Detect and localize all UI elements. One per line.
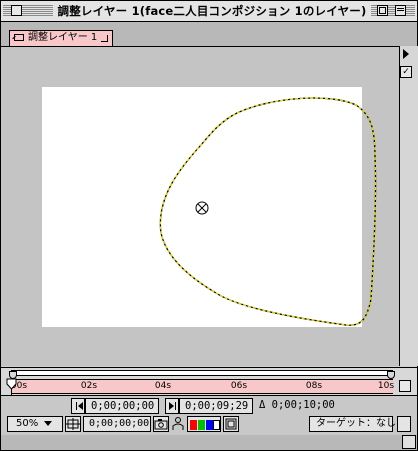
layer-viewer[interactable] — [1, 47, 399, 366]
resize-grip-icon[interactable] — [402, 435, 416, 449]
mask-path-highlight — [159, 97, 377, 326]
tick-label: 08s — [305, 381, 323, 391]
window-title: 調整レイヤー 1(face二人目コンポジション 1のレイヤー) — [53, 3, 371, 19]
blue-channel-icon[interactable] — [206, 420, 213, 430]
collapse-box[interactable] — [395, 5, 406, 16]
time-ruler: 00s 02s 04s 06s 08s 10s — [1, 367, 417, 396]
safe-zones-button[interactable] — [65, 416, 81, 432]
tick-label: 04s — [154, 381, 172, 391]
bottom-strip — [1, 435, 417, 450]
current-time-field[interactable]: 0;00;00;00 — [83, 416, 151, 432]
person-icon — [172, 417, 184, 430]
mask-path — [159, 97, 377, 326]
red-channel-icon[interactable] — [190, 420, 197, 430]
tick-label: 10s — [377, 381, 395, 391]
green-channel-icon[interactable] — [198, 420, 205, 430]
work-area-end-handle[interactable] — [387, 371, 395, 379]
channel-buttons[interactable] — [187, 416, 221, 432]
render-toggle-button[interactable]: ✓ — [400, 66, 412, 78]
tick-label: 02s — [80, 381, 98, 391]
camera-icon — [154, 419, 168, 430]
mask-overlay[interactable] — [1, 47, 399, 366]
alpha-channel-icon[interactable] — [213, 420, 220, 430]
region-of-interest-button[interactable] — [223, 416, 239, 432]
out-point-time[interactable]: 0;00;09;29 — [179, 398, 253, 414]
tab-label: 調整レイヤー 1 — [28, 32, 98, 43]
time-ruler-track[interactable]: 00s 02s 04s 06s 08s 10s — [11, 379, 395, 394]
in-point-button[interactable] — [71, 398, 85, 414]
work-area-bar[interactable] — [9, 370, 395, 379]
chevron-down-icon — [44, 420, 53, 426]
show-snapshot-button[interactable] — [171, 416, 185, 432]
timecode-row: 0;00;00;00 0;00;09;29 Δ 0;00;10;00 — [1, 395, 417, 416]
viewer-controls: 50% 0;00;00;00 ターゲット：なし — [1, 415, 417, 435]
viewer-options-button[interactable] — [397, 416, 411, 432]
zoom-value: 50% — [16, 418, 39, 429]
tab-layer[interactable]: 調整レイヤー 1 — [9, 30, 113, 46]
in-point-time[interactable]: 0;00;00;00 — [85, 398, 159, 414]
anchor-point-icon[interactable] — [195, 201, 209, 215]
delta-icon: Δ — [259, 399, 266, 411]
zoom-box[interactable] — [377, 5, 388, 16]
safe-zones-icon — [66, 418, 80, 430]
title-bar[interactable]: 調整レイヤー 1(face二人目コンポジション 1のレイヤー) — [1, 1, 417, 22]
duration-time: 0;00;10;00 — [271, 399, 335, 411]
target-dropdown[interactable]: ターゲット：なし — [309, 416, 396, 432]
viewer-side-column — [399, 46, 418, 366]
layer-tab-icon — [14, 34, 24, 41]
out-point-button[interactable] — [165, 398, 179, 414]
zoom-dropdown[interactable]: 50% — [7, 416, 63, 432]
panel-menu-arrow-icon[interactable] — [403, 49, 409, 59]
playhead-icon[interactable] — [6, 378, 17, 396]
close-box[interactable] — [11, 5, 22, 16]
tab-strip: 調整レイヤー 1 — [1, 22, 417, 46]
region-of-interest-icon — [225, 418, 237, 430]
timeline-end-button[interactable] — [399, 380, 411, 392]
out-point-icon — [169, 402, 174, 410]
tick-label: 06s — [230, 381, 248, 391]
tab-close-icon[interactable] — [101, 35, 108, 42]
snapshot-button[interactable] — [153, 416, 169, 432]
in-point-icon — [78, 402, 83, 410]
layer-window: 調整レイヤー 1(face二人目コンポジション 1のレイヤー) 調整レイヤー 1… — [0, 0, 418, 451]
duration-display: Δ 0;00;10;00 — [255, 398, 335, 414]
